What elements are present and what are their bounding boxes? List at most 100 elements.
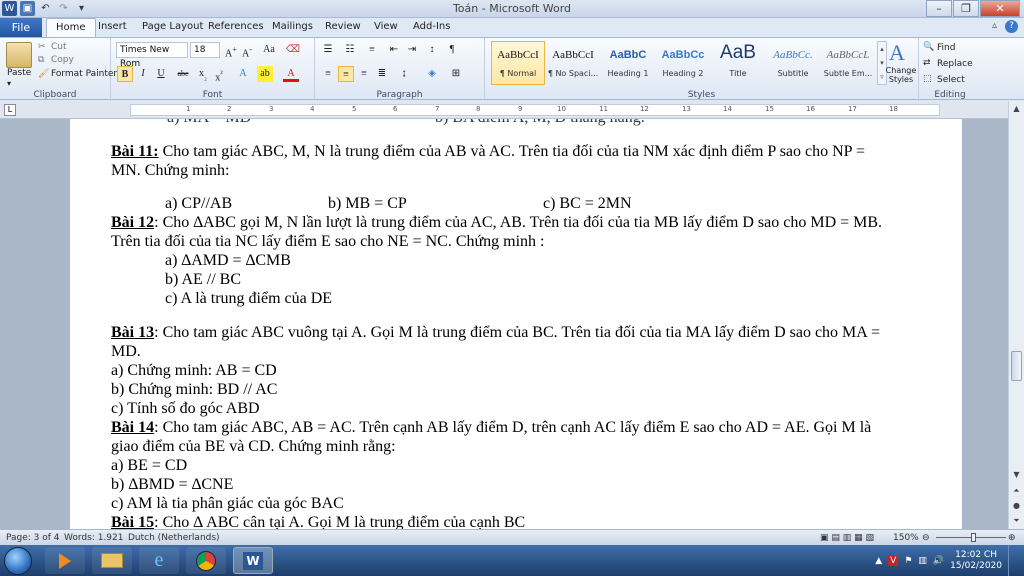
- zoom-slider-thumb[interactable]: [971, 533, 976, 542]
- media-player-icon[interactable]: [45, 547, 85, 574]
- replace-button[interactable]: Replace: [937, 59, 973, 69]
- doc-line: c) A là trung điểm của DE: [165, 290, 333, 307]
- clock[interactable]: 12:02 CH 15/02/2020: [950, 550, 1002, 572]
- tab-selector-icon[interactable]: L: [4, 104, 16, 116]
- strikethrough-button[interactable]: abc: [175, 66, 191, 82]
- show-hidden-icons[interactable]: ▲: [875, 556, 882, 566]
- tab-file[interactable]: File: [0, 18, 42, 37]
- copy-button[interactable]: Copy: [51, 55, 74, 65]
- explorer-icon[interactable]: [92, 547, 132, 574]
- ruler-number: 3: [269, 105, 274, 113]
- decrease-indent-icon[interactable]: ⇤: [386, 42, 402, 58]
- cut-button[interactable]: Cut: [51, 42, 67, 52]
- help-icon[interactable]: ?: [1005, 20, 1018, 33]
- show-desktop-button[interactable]: [1008, 545, 1018, 576]
- word-taskbar-icon[interactable]: W: [233, 547, 273, 574]
- grow-font-icon[interactable]: A+: [223, 42, 239, 59]
- numbering-icon[interactable]: ☷: [342, 42, 358, 58]
- tab-mailings[interactable]: Mailings: [272, 21, 313, 32]
- style-subtle-emphasis[interactable]: AaBbCcL Subtle Em...: [821, 41, 875, 85]
- font-color-icon[interactable]: A: [283, 66, 299, 82]
- clear-formatting-icon[interactable]: ⌫: [285, 42, 301, 58]
- font-name-select[interactable]: Times New Rom: [116, 42, 188, 69]
- page-count[interactable]: Page: 3 of 4: [6, 533, 60, 543]
- close-button[interactable]: ✕: [980, 0, 1020, 17]
- subscript-button[interactable]: x₂: [195, 66, 211, 82]
- style-normal[interactable]: AaBbCcI ¶ Normal: [491, 41, 545, 85]
- flag-icon[interactable]: ⚑: [904, 556, 912, 566]
- tab-addins[interactable]: Add-Ins: [413, 21, 450, 32]
- style-heading-2[interactable]: AaBbCc Heading 2: [656, 41, 710, 85]
- align-center-icon[interactable]: ≡: [338, 66, 354, 82]
- vertical-scrollbar[interactable]: ▲ ▼ ⏶ ● ⏷: [1008, 101, 1024, 529]
- zoom-out-icon[interactable]: ⊖: [922, 533, 930, 543]
- paste-dropdown-icon[interactable]: ▾: [7, 79, 11, 88]
- style-heading-1[interactable]: AaBbC Heading 1: [601, 41, 655, 85]
- ribbon-right-controls: ▵ ?: [992, 20, 1018, 33]
- bold-button[interactable]: B: [117, 66, 133, 82]
- find-button[interactable]: Find: [937, 43, 955, 53]
- scroll-down-icon[interactable]: ▼: [1009, 467, 1024, 482]
- shading-icon[interactable]: ◈: [424, 66, 440, 82]
- chrome-icon[interactable]: [186, 547, 226, 574]
- font-size-select[interactable]: 18: [190, 42, 220, 58]
- style-title[interactable]: AaB Title: [711, 41, 765, 85]
- paste-icon[interactable]: [6, 42, 32, 68]
- language[interactable]: Dutch (Netherlands): [128, 533, 220, 543]
- align-left-icon[interactable]: ≡: [320, 66, 336, 82]
- zoom-in-icon[interactable]: ⊕: [1008, 533, 1016, 543]
- line-spacing-icon[interactable]: ↨: [396, 66, 412, 82]
- change-styles-icon[interactable]: A: [889, 40, 905, 66]
- volume-icon[interactable]: 🔊: [933, 556, 944, 566]
- exercise-14: Bài 14: Cho tam giác ABC, AB = AC. Trên …: [111, 419, 871, 437]
- style-preview: AaBbCcI: [552, 49, 594, 61]
- word-count[interactable]: Words: 1.921: [64, 533, 123, 543]
- shrink-font-icon[interactable]: A-: [239, 42, 255, 59]
- doc-line: b) ∆BMD = ∆CNE: [111, 476, 234, 493]
- next-page-icon[interactable]: ⏷: [1009, 513, 1024, 528]
- scroll-up-icon[interactable]: ▲: [1009, 101, 1024, 116]
- show-formatting-icon[interactable]: ¶: [444, 42, 460, 58]
- paste-button[interactable]: Paste: [7, 68, 31, 78]
- browse-object-icon[interactable]: ●: [1009, 498, 1024, 513]
- minimize-ribbon-icon[interactable]: ▵: [992, 20, 997, 33]
- view-buttons[interactable]: ▣ ▤ ▥ ▦ ▧: [820, 533, 874, 543]
- select-button[interactable]: Select: [937, 75, 965, 85]
- zoom-level[interactable]: 150%: [893, 533, 919, 543]
- format-painter-button[interactable]: Format Painter: [51, 69, 117, 79]
- start-button[interactable]: [4, 547, 32, 575]
- change-styles-button[interactable]: Change Styles: [884, 66, 918, 84]
- underline-button[interactable]: U: [153, 66, 169, 82]
- borders-icon[interactable]: ⊞: [448, 66, 464, 82]
- text-effects-icon[interactable]: A: [235, 66, 251, 82]
- tab-page-layout[interactable]: Page Layout: [142, 21, 203, 32]
- style-preview: AaB: [720, 42, 756, 63]
- scroll-thumb[interactable]: [1011, 351, 1022, 381]
- antivirus-icon[interactable]: V: [888, 555, 899, 566]
- justify-icon[interactable]: ≣: [374, 66, 390, 82]
- italic-button[interactable]: I: [135, 66, 151, 82]
- tab-references[interactable]: References: [208, 21, 264, 32]
- multilevel-list-icon[interactable]: ≡: [364, 42, 380, 58]
- sort-icon[interactable]: ↕: [424, 42, 440, 58]
- tab-home[interactable]: Home: [46, 18, 96, 37]
- tab-insert[interactable]: Insert: [98, 21, 127, 32]
- restore-button[interactable]: ❐: [953, 0, 979, 17]
- highlight-color-icon[interactable]: ab: [257, 66, 273, 82]
- ruler-number: 13: [682, 105, 691, 113]
- network-icon[interactable]: ▥: [918, 556, 927, 566]
- change-case-icon[interactable]: Aa: [261, 42, 277, 58]
- style-subtitle[interactable]: AaBbCc. Subtitle: [766, 41, 820, 85]
- previous-page-icon[interactable]: ⏶: [1009, 483, 1024, 498]
- document-page[interactable]: a) MA = MD b) BA điểm A, M, D thẳng hàng…: [70, 119, 962, 529]
- tab-view[interactable]: View: [374, 21, 398, 32]
- bullets-icon[interactable]: ☰: [320, 42, 336, 58]
- align-right-icon[interactable]: ≡: [356, 66, 372, 82]
- tab-review[interactable]: Review: [325, 21, 361, 32]
- style-no-spacing[interactable]: AaBbCcI ¶ No Spaci...: [546, 41, 600, 85]
- minimize-button[interactable]: –: [926, 0, 952, 17]
- superscript-button[interactable]: x²: [211, 66, 227, 83]
- increase-indent-icon[interactable]: ⇥: [404, 42, 420, 58]
- internet-explorer-icon[interactable]: e: [139, 547, 179, 574]
- ruler-bar[interactable]: 1 2 3 4 5 6 7 8 9 10 11 12 13 14 15 16 1…: [130, 104, 940, 116]
